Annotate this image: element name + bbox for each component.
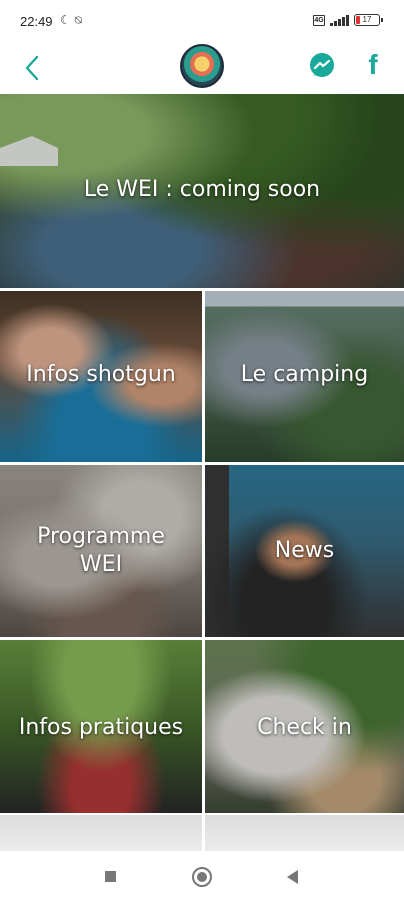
moon-icon: ☾	[60, 13, 71, 27]
tile-infos-pratiques[interactable]: Infos pratiques	[0, 640, 202, 813]
facebook-button[interactable]: f	[362, 50, 384, 80]
mute-icon: ⍉	[74, 13, 82, 27]
tile-label: Le camping	[240, 362, 369, 387]
tile-infos-shotgun[interactable]: Infos shotgun	[0, 291, 202, 462]
sim-icon: 4G	[313, 14, 325, 26]
tile-label: News	[274, 538, 335, 563]
back-triangle-icon[interactable]	[287, 870, 298, 884]
status-time: 22:49	[20, 14, 53, 29]
signal-icon	[330, 14, 349, 26]
facebook-icon: f	[368, 49, 378, 80]
wei-logo	[180, 44, 224, 88]
tile-check-in[interactable]: Check in	[205, 640, 404, 813]
tile-programme-wei[interactable]: Programme WEI	[0, 465, 202, 637]
battery-level: 17	[362, 15, 372, 24]
battery-icon: 17	[354, 14, 383, 26]
home-circle-icon[interactable]	[192, 867, 212, 887]
tile-label: Check in	[257, 715, 352, 740]
tile-label: Infos shotgun	[26, 362, 176, 387]
battery-fill	[356, 16, 360, 24]
status-bar: 22:49 ☾ ⍉ 4G 17	[0, 0, 404, 44]
recents-square-icon[interactable]	[105, 871, 116, 882]
app-header: f	[0, 44, 404, 94]
tile-le-camping[interactable]: Le camping	[205, 291, 404, 462]
system-nav-bar	[0, 851, 404, 900]
hero-title: Le WEI : coming soon	[83, 177, 321, 202]
hero-banner[interactable]: Le WEI : coming soon	[0, 94, 404, 288]
tile-label: Programme WEI	[37, 524, 165, 577]
tile-label: Infos pratiques	[18, 715, 184, 740]
status-right-icons: 4G 17	[313, 14, 383, 26]
tile-news[interactable]: News	[205, 465, 404, 637]
back-button[interactable]	[16, 52, 48, 84]
messenger-icon	[310, 53, 334, 77]
next-tiles-row	[0, 815, 404, 851]
messenger-button[interactable]	[308, 52, 336, 80]
chevron-left-icon	[25, 55, 39, 81]
status-left-icons: ☾ ⍉	[60, 13, 82, 28]
